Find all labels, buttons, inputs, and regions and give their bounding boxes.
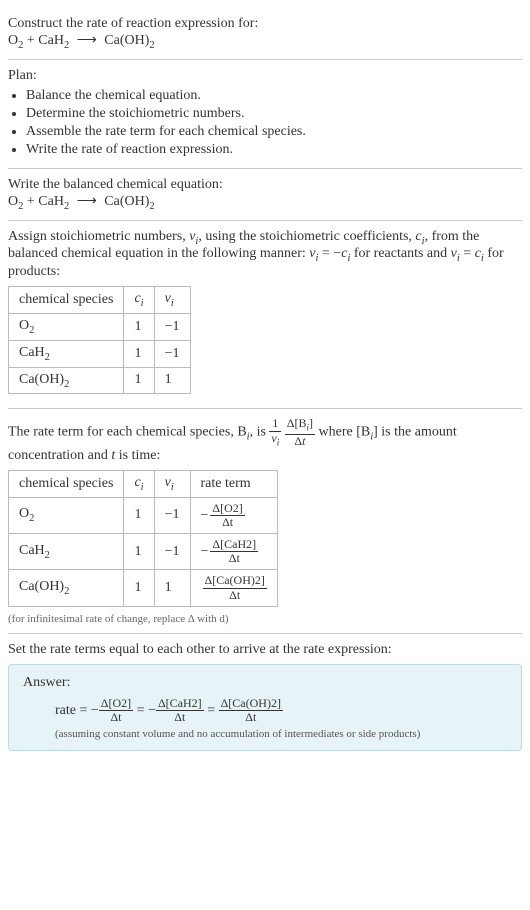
- plan-item: Assemble the rate term for each chemical…: [26, 124, 522, 140]
- plus-sign: +: [23, 194, 38, 209]
- cell-rate: −Δ[O2]Δt: [190, 497, 277, 533]
- cell-c: 1: [124, 497, 154, 533]
- answer-label: Answer:: [23, 675, 507, 691]
- plan-list: Balance the chemical equation. Determine…: [8, 88, 522, 158]
- cell-species: CaH2: [9, 534, 124, 570]
- cell-nu: 1: [154, 570, 190, 606]
- reactant-o2: O2: [8, 33, 23, 48]
- cell-species: CaH2: [9, 340, 124, 367]
- rateterm-section: The rate term for each chemical species,…: [8, 409, 522, 633]
- reactant-cah2: CaH2: [38, 33, 69, 48]
- reaction-arrow: ⟶: [73, 194, 101, 209]
- cell-species: Ca(OH)2: [9, 570, 124, 606]
- prompt-text: Construct the rate of reaction expressio…: [8, 16, 522, 32]
- table-header-row: chemical species ci νi: [9, 287, 191, 314]
- plan-title: Plan:: [8, 68, 522, 84]
- stoich-text: Assign stoichiometric numbers, νi, using…: [8, 229, 522, 281]
- answer-box: Answer: rate = −Δ[O2]Δt = −Δ[CaH2]Δt = Δ…: [8, 664, 522, 751]
- plan-section: Plan: Balance the chemical equation. Det…: [8, 60, 522, 169]
- rate-expression: rate = −Δ[O2]Δt = −Δ[CaH2]Δt = Δ[Ca(OH)2…: [23, 697, 507, 724]
- table-row: Ca(OH)2 1 1: [9, 367, 191, 394]
- plus-sign: +: [23, 33, 38, 48]
- plan-item: Determine the stoichiometric numbers.: [26, 106, 522, 122]
- col-species: chemical species: [9, 470, 124, 497]
- final-title: Set the rate terms equal to each other t…: [8, 642, 522, 658]
- cell-nu: 1: [154, 367, 190, 394]
- balanced-equation: O2 + CaH2 ⟶ Ca(OH)2: [8, 193, 522, 212]
- col-ci: ci: [124, 470, 154, 497]
- prompt-section: Construct the rate of reaction expressio…: [8, 8, 522, 60]
- answer-note: (assuming constant volume and no accumul…: [23, 728, 507, 740]
- reactant-cah2: CaH2: [38, 194, 69, 209]
- rateterm-text: The rate term for each chemical species,…: [8, 417, 522, 463]
- cell-nu: −1: [154, 340, 190, 367]
- final-section: Set the rate terms equal to each other t…: [8, 634, 522, 759]
- frac-dbi-dt: Δ[Bi] Δt: [285, 417, 315, 447]
- cell-species: Ca(OH)2: [9, 367, 124, 394]
- balanced-title: Write the balanced chemical equation:: [8, 177, 522, 193]
- stoich-table: chemical species ci νi O2 1 −1 CaH2 1 −1…: [8, 286, 191, 394]
- col-nui: νi: [154, 470, 190, 497]
- reactant-o2: O2: [8, 194, 23, 209]
- infinitesimal-note: (for infinitesimal rate of change, repla…: [8, 613, 522, 625]
- unbalanced-equation: O2 + CaH2 ⟶ Ca(OH)2: [8, 32, 522, 51]
- product-caoh2: Ca(OH)2: [104, 194, 154, 209]
- table-row: CaH2 1 −1 −Δ[CaH2]Δt: [9, 534, 278, 570]
- plan-item: Write the rate of reaction expression.: [26, 142, 522, 158]
- cell-nu: −1: [154, 497, 190, 533]
- table-row: Ca(OH)2 1 1 Δ[Ca(OH)2]Δt: [9, 570, 278, 606]
- col-species: chemical species: [9, 287, 124, 314]
- balanced-section: Write the balanced chemical equation: O2…: [8, 169, 522, 221]
- cell-c: 1: [124, 534, 154, 570]
- product-caoh2: Ca(OH)2: [104, 33, 154, 48]
- col-nui: νi: [154, 287, 190, 314]
- table-row: O2 1 −1: [9, 313, 191, 340]
- cell-nu: −1: [154, 313, 190, 340]
- col-rateterm: rate term: [190, 470, 277, 497]
- plan-item: Balance the chemical equation.: [26, 88, 522, 104]
- cell-rate: −Δ[CaH2]Δt: [190, 534, 277, 570]
- cell-species: O2: [9, 497, 124, 533]
- cell-c: 1: [124, 367, 154, 394]
- cell-species: O2: [9, 313, 124, 340]
- table-row: O2 1 −1 −Δ[O2]Δt: [9, 497, 278, 533]
- cell-c: 1: [124, 570, 154, 606]
- stoich-section: Assign stoichiometric numbers, νi, using…: [8, 221, 522, 410]
- rateterm-table: chemical species ci νi rate term O2 1 −1…: [8, 470, 278, 607]
- table-header-row: chemical species ci νi rate term: [9, 470, 278, 497]
- cell-nu: −1: [154, 534, 190, 570]
- cell-c: 1: [124, 340, 154, 367]
- cell-c: 1: [124, 313, 154, 340]
- frac-one-over-nu: 1 νi: [269, 417, 281, 447]
- cell-rate: Δ[Ca(OH)2]Δt: [190, 570, 277, 606]
- table-row: CaH2 1 −1: [9, 340, 191, 367]
- reaction-arrow: ⟶: [73, 33, 101, 48]
- col-ci: ci: [124, 287, 154, 314]
